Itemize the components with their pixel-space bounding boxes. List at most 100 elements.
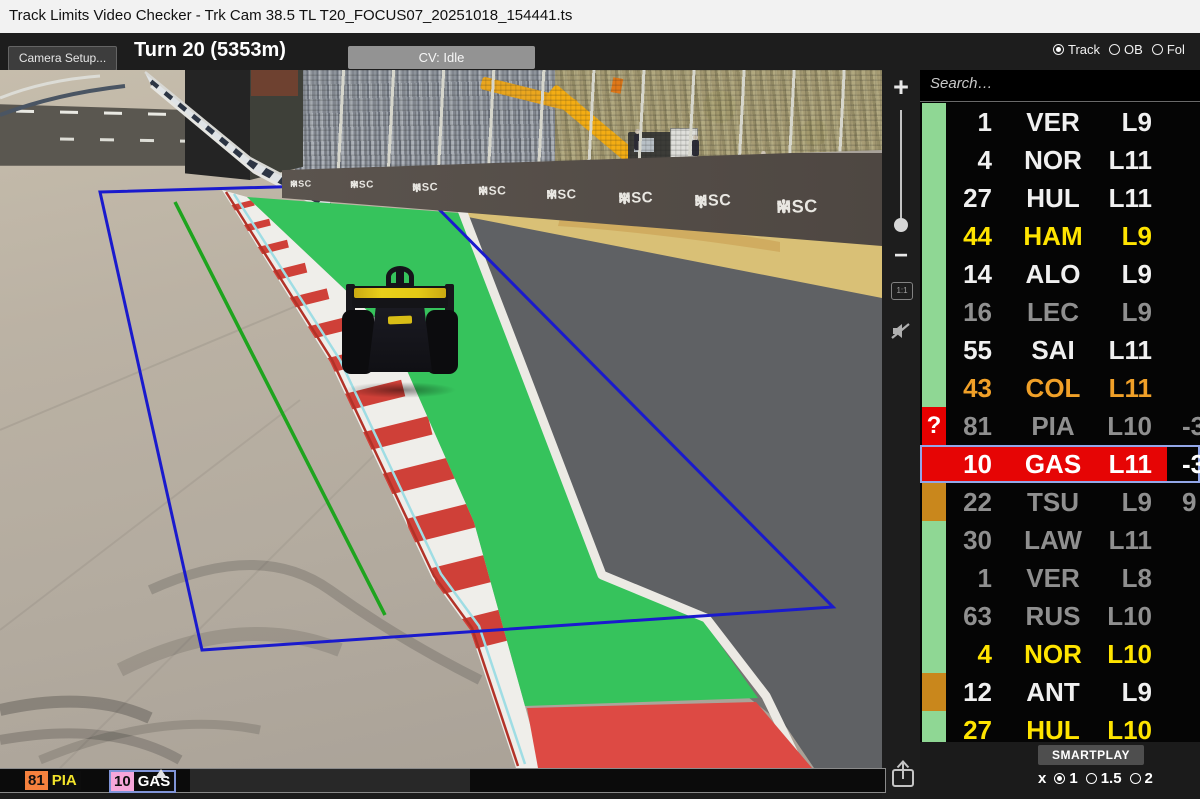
export-share-button[interactable] xyxy=(889,758,917,795)
video-zoom-toolbar: + − 1:1 xyxy=(882,70,920,799)
driver-name: VER xyxy=(1020,563,1086,593)
driver-row[interactable]: 43 COL L11 xyxy=(920,369,1200,407)
smartplay-button[interactable]: SMARTPLAY xyxy=(1038,745,1144,765)
view-mode-radios: Track OB Fol xyxy=(1053,42,1185,57)
zoom-slider-thumb[interactable] xyxy=(894,218,908,232)
driver-number: 63 xyxy=(940,601,992,631)
driver-row-selected[interactable]: 10GASL11-3 xyxy=(920,445,1200,483)
driver-row[interactable]: 4NORL11 xyxy=(920,141,1200,179)
driver-row[interactable]: 27HULL11 xyxy=(920,179,1200,217)
driver-lap: L11 xyxy=(1100,335,1152,365)
driver-number: 22 xyxy=(940,487,992,517)
driver-lap: L9 xyxy=(1100,487,1152,517)
driver-lap: L10 xyxy=(1100,639,1152,669)
driver-name: GAS xyxy=(1020,449,1086,479)
driver-row[interactable]: 16 LEC L9 xyxy=(920,293,1200,331)
driver-lap: L9 xyxy=(1100,297,1152,327)
driver-row[interactable]: 63 RUS L10 xyxy=(920,597,1200,635)
driver-number: 16 xyxy=(940,297,992,327)
driver-number: 43 xyxy=(940,373,992,403)
driver-row[interactable]: 1 VER L9 xyxy=(920,103,1200,141)
radio-track-icon xyxy=(1053,44,1064,55)
driver-name: HAM xyxy=(1020,221,1086,251)
driver-row[interactable]: 14 ALO L9 xyxy=(920,255,1200,293)
driver-lap: L10 xyxy=(1100,411,1152,441)
driver-row[interactable]: 12ANTL9 xyxy=(920,673,1200,711)
driver-name: PIA xyxy=(1020,411,1086,441)
speed-radio-2-icon xyxy=(1130,773,1141,784)
driver-number: 81 xyxy=(940,411,992,441)
driver-row[interactable]: 1VERL8 xyxy=(920,559,1200,597)
video-frame[interactable]: ✻MSC ✻MSC ✻MSC ✻MSC ✻MSC ✻MSC ✻MSC ✻MSC … xyxy=(0,70,882,768)
driver-lap: L8 xyxy=(1100,563,1152,593)
detection-zone-overlay xyxy=(100,183,833,650)
speed-radio-1-5[interactable]: 1.5 xyxy=(1086,770,1122,787)
radio-track[interactable]: Track xyxy=(1053,42,1100,57)
driver-name: COL xyxy=(1020,373,1086,403)
driver-lap: L11 xyxy=(1100,373,1152,403)
driver-lap: L9 xyxy=(1100,259,1152,289)
driver-name: RUS xyxy=(1020,601,1086,631)
driver-lap: L11 xyxy=(1100,449,1152,479)
radio-follow-icon xyxy=(1152,44,1163,55)
driver-extra-value: -3 xyxy=(1182,411,1200,441)
driver-name: ALO xyxy=(1020,259,1086,289)
driver-lap: L11 xyxy=(1100,183,1152,213)
zoom-out-button[interactable]: − xyxy=(882,242,920,270)
driver-lap: L9 xyxy=(1100,677,1152,707)
clip-name: PIA xyxy=(48,771,81,790)
driver-name: HUL xyxy=(1020,183,1086,213)
fit-1-1-icon[interactable]: 1:1 xyxy=(891,282,913,300)
driver-row[interactable]: 22 TSU L9 9 xyxy=(920,483,1200,521)
driver-number: 10 xyxy=(940,449,992,479)
window-title: Track Limits Video Checker - Trk Cam 38.… xyxy=(9,7,572,24)
speed-radio-1-icon xyxy=(1054,773,1065,784)
driver-name: NOR xyxy=(1020,639,1086,669)
radio-ob[interactable]: OB xyxy=(1109,42,1143,57)
app-window: Track Limits Video Checker - Trk Cam 38.… xyxy=(0,0,1200,799)
search-input[interactable]: Search… xyxy=(920,70,1200,102)
driver-row[interactable]: ?81PIAL10-3 xyxy=(920,407,1200,445)
driver-lap: L11 xyxy=(1100,145,1152,175)
driver-name: ANT xyxy=(1020,677,1086,707)
driver-list: 1VERL9 4NORL11 27HULL11 44HAML9 14ALOL9 … xyxy=(920,103,1200,749)
zoom-slider-track[interactable] xyxy=(900,110,902,220)
driver-row[interactable]: 44HAML9 xyxy=(920,217,1200,255)
driver-name: LEC xyxy=(1020,297,1086,327)
driver-number: 4 xyxy=(940,145,992,175)
top-toolbar: Camera Setup... Turn 20 (5353m) CV: Idle… xyxy=(0,33,1200,70)
speed-radio-2[interactable]: 2 xyxy=(1130,770,1153,787)
driver-name: LAW xyxy=(1020,525,1086,555)
cv-status-button[interactable]: CV: Idle xyxy=(348,46,535,69)
driver-row[interactable]: 4 NOR L10 xyxy=(920,635,1200,673)
driver-number: 4 xyxy=(940,639,992,669)
zoom-in-button[interactable]: + xyxy=(882,72,920,103)
driver-row[interactable]: 55SAIL11 xyxy=(920,331,1200,369)
driver-name: VER xyxy=(1020,107,1086,137)
clip-name: GAS xyxy=(134,772,175,791)
driver-extra-value: 9 xyxy=(1182,487,1200,517)
turn-label: Turn 20 (5353m) xyxy=(134,39,286,62)
clip-number: 10 xyxy=(111,772,134,791)
driver-name: TSU xyxy=(1020,487,1086,517)
timeline-playhead[interactable] xyxy=(155,769,167,778)
camera-setup-button[interactable]: Camera Setup... xyxy=(8,46,117,70)
driver-lap: L10 xyxy=(1100,715,1152,745)
radio-follow[interactable]: Fol xyxy=(1152,42,1185,57)
timeline-buffered-segment xyxy=(190,769,470,792)
clip-number: 81 xyxy=(25,771,48,790)
driver-number: 30 xyxy=(940,525,992,555)
driver-name: HUL xyxy=(1020,715,1086,745)
timeline-bar[interactable]: 81 PIA 10 GAS xyxy=(0,768,886,793)
driver-lap: L10 xyxy=(1100,601,1152,631)
driver-row[interactable]: 30LAWL11 xyxy=(920,521,1200,559)
title-bar: Track Limits Video Checker - Trk Cam 38.… xyxy=(0,0,1200,34)
driver-number: 14 xyxy=(940,259,992,289)
driver-number: 1 xyxy=(940,107,992,137)
track-limit-line-overlay xyxy=(175,202,385,615)
driver-number: 27 xyxy=(940,715,992,745)
timeline-clip-pia[interactable]: 81 PIA xyxy=(25,771,81,790)
driver-sidebar: Search… 1VERL9 4NORL11 27HULL11 44HAML9 … xyxy=(920,70,1200,799)
speed-radio-1[interactable]: 1 xyxy=(1054,770,1077,787)
driver-lap: L9 xyxy=(1100,107,1152,137)
